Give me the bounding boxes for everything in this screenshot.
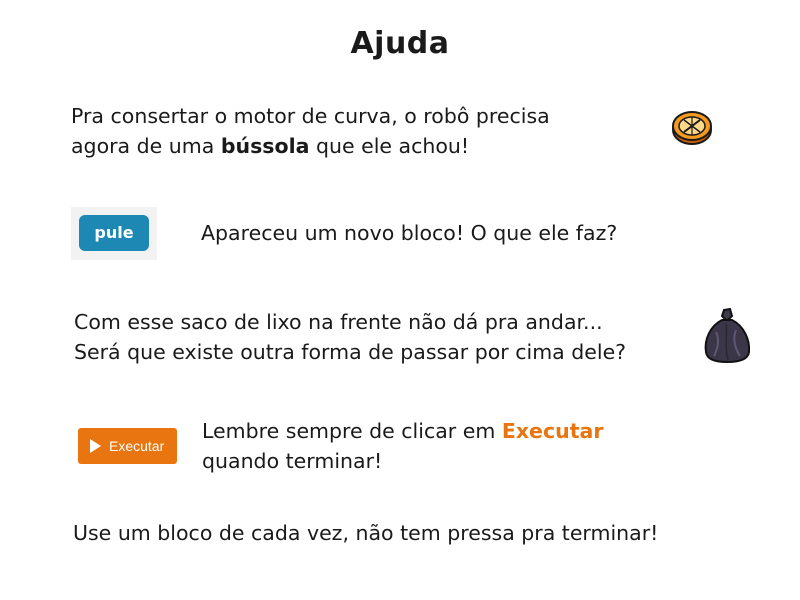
tip-trash-line1: Com esse saco de lixo na frente não dá p…: [74, 310, 603, 334]
tip-run: Lembre sempre de clicar em Executar quan…: [202, 416, 603, 476]
tip-new-block: Apareceu um novo bloco! O que ele faz?: [201, 218, 617, 248]
tip-compass-line2-pre: agora de uma: [71, 134, 221, 158]
pule-block-label: pule: [94, 223, 134, 242]
tip-compass: Pra consertar o motor de curva, o robô p…: [71, 101, 550, 161]
pule-block-preview: pule: [71, 207, 157, 260]
tip-compass-line1: Pra consertar o motor de curva, o robô p…: [71, 104, 550, 128]
tip-trash-line2: Será que existe outra forma de passar po…: [74, 340, 627, 364]
tip-compass-bold: bússola: [220, 134, 310, 158]
tip-compass-line2-post: que ele achou!: [309, 134, 470, 158]
tip-one-block-text: Use um bloco de cada vez, não tem pressa…: [73, 521, 659, 545]
run-button-label: Executar: [109, 438, 165, 454]
tip-trash-bag: Com esse saco de lixo na frente não dá p…: [74, 307, 626, 367]
run-button[interactable]: Executar: [78, 428, 177, 464]
trash-bag-icon: [704, 307, 751, 364]
page-title: Ajuda: [350, 26, 450, 61]
play-icon: [90, 439, 101, 453]
tip-run-line2: quando terminar!: [202, 449, 383, 473]
tip-run-highlight: Executar: [501, 419, 604, 443]
tip-run-line1-pre: Lembre sempre de clicar em: [202, 419, 502, 443]
tip-one-block: Use um bloco de cada vez, não tem pressa…: [73, 518, 658, 548]
tip-new-block-text: Apareceu um novo bloco! O que ele faz?: [201, 221, 618, 245]
compass-icon: [672, 111, 712, 145]
pule-block: pule: [79, 215, 149, 251]
